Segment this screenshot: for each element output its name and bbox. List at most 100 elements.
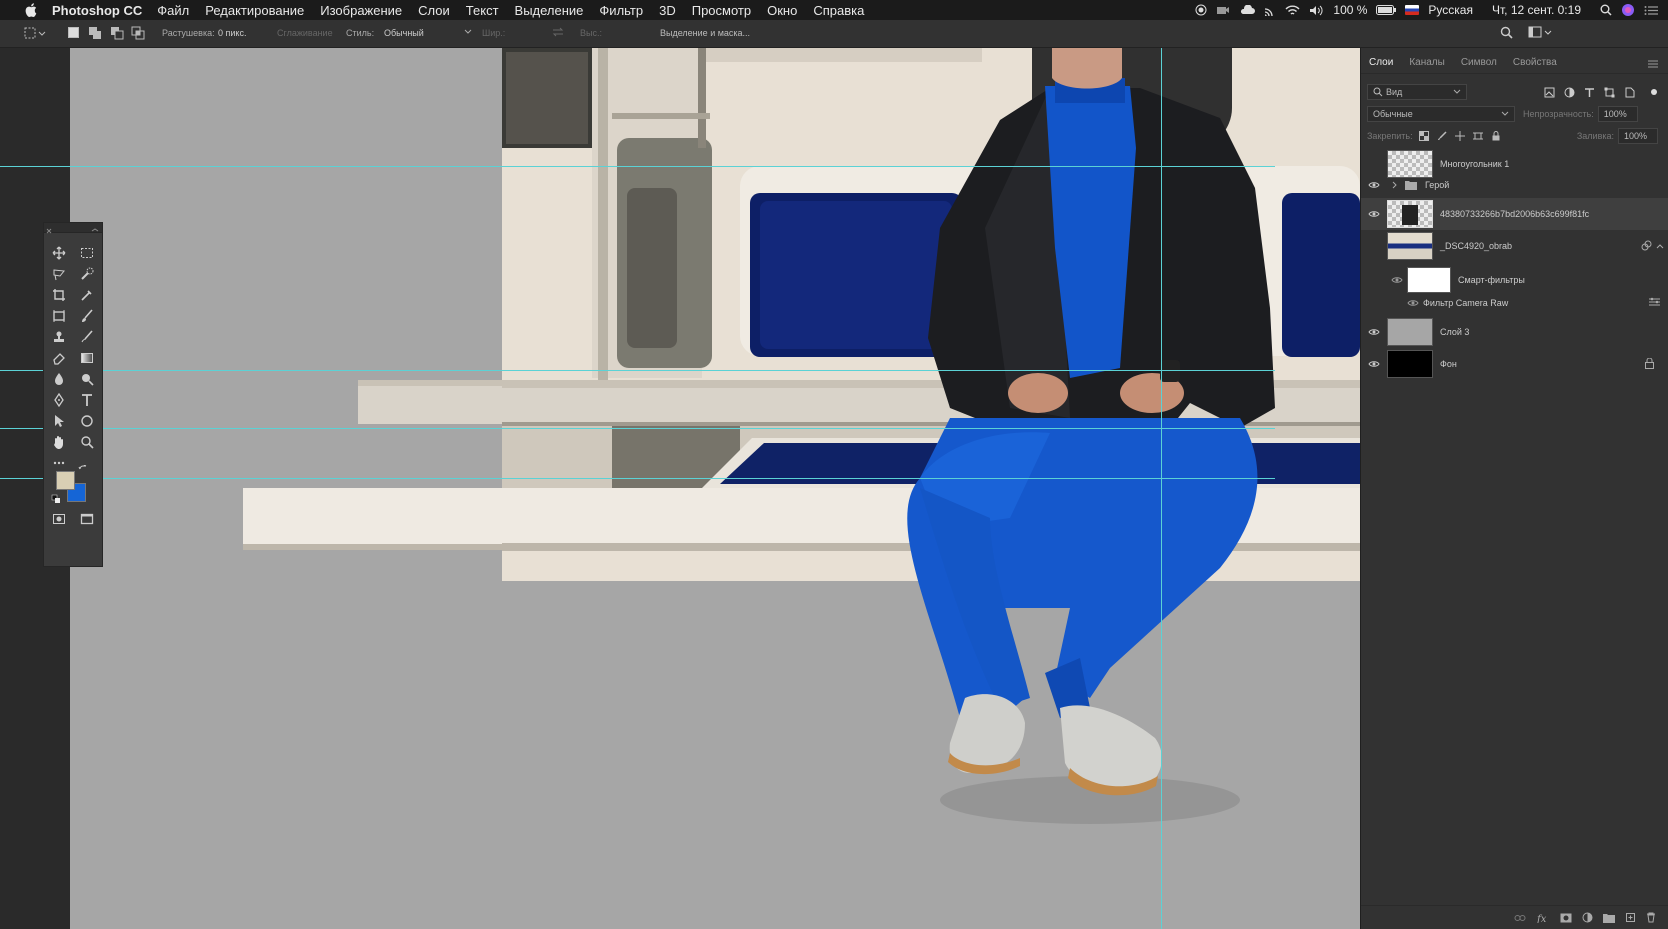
brush-tool-icon[interactable]	[75, 306, 99, 326]
eye-icon[interactable]	[1361, 210, 1387, 218]
eye-icon[interactable]	[1407, 299, 1419, 307]
menu-filter[interactable]: Фильтр	[599, 3, 643, 18]
default-colors-icon[interactable]	[50, 493, 62, 505]
screen-mode-icon[interactable]	[75, 509, 99, 529]
layer-name[interactable]: Герой	[1425, 180, 1449, 190]
lasso-tool-icon[interactable]	[47, 264, 71, 284]
panel-menu-icon[interactable]	[1648, 60, 1658, 68]
camera-off-icon[interactable]	[1216, 5, 1230, 15]
swap-dimensions-icon[interactable]	[552, 26, 564, 40]
subtract-from-selection-icon[interactable]	[110, 26, 124, 42]
eraser-tool-icon[interactable]	[47, 348, 71, 368]
filter-type-icon[interactable]	[1584, 87, 1595, 98]
filter-toggle-icon[interactable]	[1650, 88, 1658, 96]
antialias-checkbox[interactable]: Сглаживание	[277, 28, 333, 38]
swap-colors-icon[interactable]	[76, 463, 90, 477]
workspace-switcher-icon[interactable]	[1528, 26, 1552, 41]
guide-horizontal[interactable]	[0, 370, 1275, 371]
new-group-icon[interactable]	[1603, 913, 1615, 923]
battery-icon[interactable]	[1376, 5, 1397, 15]
eye-icon[interactable]	[1361, 181, 1387, 189]
blend-mode-select[interactable]: Обычные	[1367, 106, 1515, 122]
lock-artboard-icon[interactable]	[1472, 131, 1483, 141]
dodge-tool-icon[interactable]	[75, 369, 99, 389]
filter-shape-icon[interactable]	[1604, 87, 1615, 98]
zoom-tool-icon[interactable]	[75, 432, 99, 452]
guide-vertical[interactable]	[1161, 48, 1162, 929]
opacity-input[interactable]: 100%	[1597, 106, 1638, 122]
menu-help[interactable]: Справка	[813, 3, 864, 18]
menu-window[interactable]: Окно	[767, 3, 797, 18]
cast-icon[interactable]	[1264, 4, 1276, 16]
add-mask-icon[interactable]	[1560, 913, 1572, 923]
select-and-mask-button[interactable]: Выделение и маска...	[660, 28, 750, 38]
app-name-menu[interactable]: Photoshop CC	[52, 3, 142, 18]
style-select[interactable]: Обычный	[384, 28, 424, 38]
tab-properties[interactable]: Свойства	[1511, 57, 1559, 73]
eye-icon[interactable]	[1387, 276, 1407, 284]
lock-position-icon[interactable]	[1454, 131, 1465, 141]
menu-select[interactable]: Выделение	[515, 3, 584, 18]
menu-image[interactable]: Изображение	[320, 3, 402, 18]
volume-icon[interactable]	[1309, 5, 1324, 16]
hand-tool-icon[interactable]	[47, 432, 71, 452]
layer-name[interactable]: _DSC4920_obrab	[1440, 241, 1512, 251]
frame-tool-icon[interactable]	[47, 306, 71, 326]
tab-layers[interactable]: Слои	[1367, 57, 1395, 73]
quick-mask-icon[interactable]	[47, 509, 71, 529]
record-icon[interactable]	[1195, 4, 1207, 16]
clone-stamp-tool-icon[interactable]	[47, 327, 71, 347]
style-dropdown-icon[interactable]	[464, 28, 472, 38]
gradient-tool-icon[interactable]	[75, 348, 99, 368]
notification-center-icon[interactable]	[1644, 5, 1658, 16]
eye-icon[interactable]	[1361, 360, 1387, 368]
layer-group-row[interactable]: Герой	[1361, 174, 1668, 196]
layer-name[interactable]: Слой 3	[1440, 327, 1469, 337]
apple-icon[interactable]	[20, 3, 42, 17]
intersect-selection-icon[interactable]	[131, 26, 145, 42]
search-icon[interactable]	[1500, 26, 1513, 41]
eyedropper-tool-icon[interactable]	[75, 285, 99, 305]
tab-character[interactable]: Символ	[1459, 57, 1499, 73]
lock-transparent-pixels-icon[interactable]	[1418, 131, 1429, 141]
edit-toolbar-icon[interactable]	[47, 453, 71, 473]
move-tool-icon[interactable]	[47, 243, 71, 263]
menu-type[interactable]: Текст	[466, 3, 499, 18]
layer-row[interactable]: _DSC4920_obrab	[1361, 230, 1668, 262]
fx-icon[interactable]: fx	[1536, 913, 1550, 923]
blur-tool-icon[interactable]	[47, 369, 71, 389]
menu-layers[interactable]: Слои	[418, 3, 450, 18]
camera-raw-filter-row[interactable]: Фильтр Camera Raw	[1361, 292, 1668, 314]
filter-adjustment-icon[interactable]	[1564, 87, 1575, 98]
cloud-icon[interactable]	[1239, 5, 1256, 15]
layer-name[interactable]: 48380733266b7bd2006b63c699f81fc	[1440, 209, 1589, 219]
filter-pixel-icon[interactable]	[1544, 87, 1555, 98]
input-source[interactable]: Русская	[1428, 3, 1473, 17]
marquee-tool-icon[interactable]	[75, 243, 99, 263]
menu-file[interactable]: Файл	[157, 3, 189, 18]
history-brush-tool-icon[interactable]	[75, 327, 99, 347]
adjustment-layer-icon[interactable]	[1582, 912, 1593, 923]
filter-smart-object-icon[interactable]	[1624, 87, 1635, 98]
delete-layer-icon[interactable]	[1646, 912, 1656, 923]
layer-name[interactable]: Фон	[1440, 359, 1457, 369]
pen-tool-icon[interactable]	[47, 390, 71, 410]
filter-options-icon[interactable]	[1649, 297, 1660, 309]
path-selection-tool-icon[interactable]	[47, 411, 71, 431]
crop-tool-icon[interactable]	[47, 285, 71, 305]
tools-panel-header[interactable]	[44, 223, 102, 234]
add-to-selection-icon[interactable]	[88, 26, 102, 42]
clock[interactable]: Чт, 12 сент. 0:19	[1492, 3, 1581, 17]
chevron-right-icon[interactable]	[1391, 181, 1399, 189]
marquee-tool-preset-icon[interactable]	[24, 27, 48, 41]
layer-row[interactable]: Слой 3	[1361, 316, 1668, 348]
wifi-icon[interactable]	[1285, 5, 1300, 16]
siri-icon[interactable]	[1621, 3, 1635, 17]
new-layer-icon[interactable]	[1625, 912, 1636, 923]
link-layers-icon[interactable]	[1514, 914, 1526, 922]
feather-input[interactable]: 0 пикс.	[218, 28, 246, 38]
fill-input[interactable]: 100%	[1618, 128, 1658, 144]
eye-icon[interactable]	[1361, 328, 1387, 336]
tab-channels[interactable]: Каналы	[1407, 57, 1447, 73]
new-selection-icon[interactable]	[68, 27, 79, 40]
